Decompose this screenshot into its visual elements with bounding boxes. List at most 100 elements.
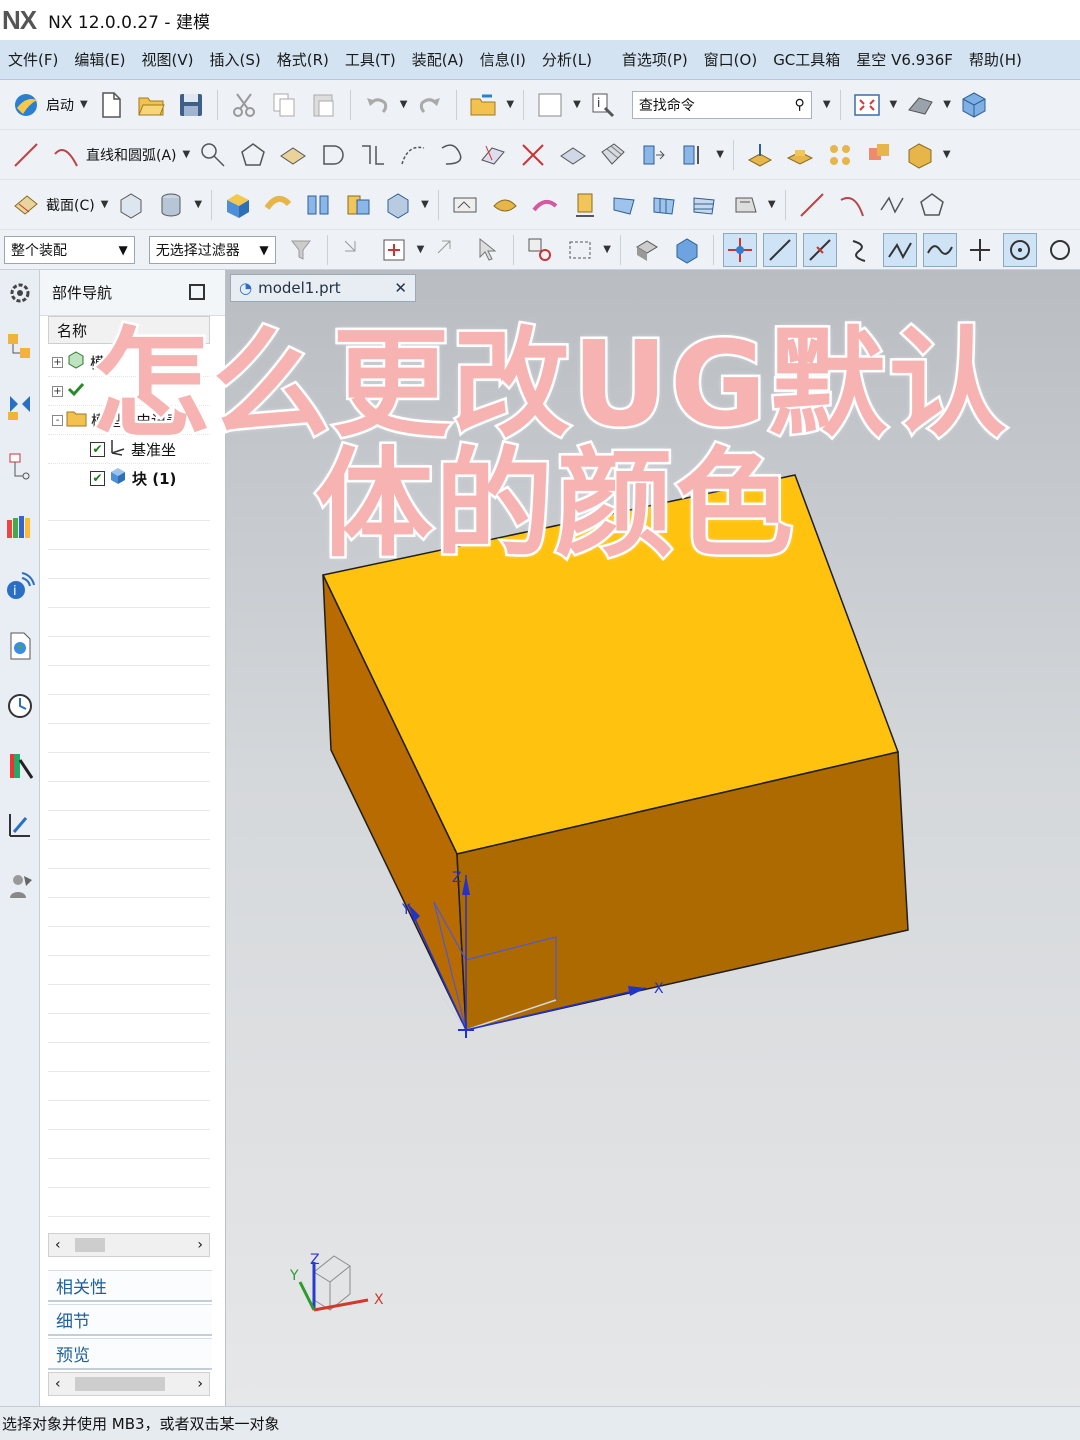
section-icon[interactable]: [9, 188, 43, 222]
tree-row-datum-csys[interactable]: ✔ 基准坐: [48, 435, 210, 464]
studio-surface-icon[interactable]: [608, 188, 642, 222]
snap-intersection-icon[interactable]: [883, 232, 917, 267]
box-wireframe-icon[interactable]: [114, 188, 148, 222]
recent-dropdown-icon[interactable]: ▼: [506, 99, 514, 110]
feature-more-dropdown-icon[interactable]: ▼: [943, 149, 951, 160]
line-icon[interactable]: [9, 138, 43, 172]
sketch-arc-icon[interactable]: [835, 188, 869, 222]
join-curve-icon[interactable]: [436, 138, 470, 172]
menu-preferences[interactable]: 首选项(P): [614, 49, 696, 70]
ruled-surface-icon[interactable]: [488, 188, 522, 222]
scrollbar-thumb[interactable]: [75, 1377, 165, 1391]
select-features-icon[interactable]: [523, 233, 557, 267]
render-dropdown-icon[interactable]: ▼: [943, 99, 951, 110]
menu-information[interactable]: 信息(I): [472, 49, 534, 70]
lines-arcs-dropdown-icon[interactable]: ▼: [183, 149, 191, 160]
process-studio-icon[interactable]: [0, 796, 40, 856]
snap-quadrant-icon[interactable]: [1043, 233, 1077, 267]
section-dependencies[interactable]: 相关性: [48, 1270, 212, 1302]
shell-icon[interactable]: [301, 188, 335, 222]
copy-icon[interactable]: [267, 88, 301, 122]
offset-face-icon[interactable]: [381, 188, 415, 222]
menu-tools[interactable]: 工具(T): [337, 49, 404, 70]
snap-perpendicular-icon[interactable]: [963, 233, 997, 267]
section-label[interactable]: 截面(C): [46, 195, 95, 215]
pad-feature-icon[interactable]: [783, 138, 817, 172]
menu-help[interactable]: 帮助(H): [961, 49, 1030, 70]
search-icon[interactable]: ⚲: [795, 97, 805, 113]
section-details[interactable]: 细节: [48, 1304, 212, 1336]
extrude-feature-icon[interactable]: [743, 138, 777, 172]
open-recent-icon[interactable]: [466, 88, 500, 122]
visibility-checkbox[interactable]: ✔: [90, 441, 105, 457]
settings-gear-icon[interactable]: [0, 270, 40, 316]
scrollbar-thumb[interactable]: [75, 1238, 105, 1252]
snap-control-icon[interactable]: [843, 233, 877, 267]
expand-icon[interactable]: +: [52, 385, 63, 397]
graphics-window[interactable]: ◔ model1.prt ✕ Z X Y Z X Y: [226, 270, 1080, 1406]
command-search-input[interactable]: 查找命令 ⚲: [631, 90, 812, 119]
rect-select-dropdown-icon[interactable]: ▼: [603, 244, 611, 255]
mesh-surface-icon[interactable]: [596, 138, 630, 172]
menu-view[interactable]: 视图(V): [134, 49, 202, 70]
sketch-line-icon[interactable]: [795, 188, 829, 222]
scroll-right-icon[interactable]: ›: [197, 1237, 203, 1253]
arc-icon[interactable]: [49, 138, 83, 172]
menu-insert[interactable]: 插入(S): [202, 49, 269, 70]
assembly-navigator-icon[interactable]: [0, 316, 40, 376]
visibility-checkbox[interactable]: ✔: [90, 470, 105, 486]
undo-dropdown-icon[interactable]: ▼: [400, 99, 408, 110]
sketch-polygon-icon[interactable]: [915, 188, 949, 222]
expand-icon[interactable]: +: [52, 356, 63, 368]
intersection-curve-icon[interactable]: [516, 138, 550, 172]
filter-reset-icon[interactable]: [284, 233, 318, 267]
combine-feature-icon[interactable]: [863, 138, 897, 172]
cylinder-icon[interactable]: [154, 188, 188, 222]
menu-format[interactable]: 格式(R): [269, 49, 337, 70]
nx-start-icon[interactable]: [9, 88, 43, 122]
through-curves-icon[interactable]: [528, 188, 562, 222]
block-feature-icon[interactable]: [221, 188, 255, 222]
sync-modeling-dropdown-icon[interactable]: ▼: [421, 199, 429, 210]
trim-body-icon[interactable]: [903, 138, 937, 172]
snap-point-icon[interactable]: [337, 233, 371, 267]
section-dropdown-icon[interactable]: ▼: [101, 199, 109, 210]
tree-horizontal-scrollbar[interactable]: ‹ ›: [48, 1233, 210, 1257]
redo-icon[interactable]: [413, 88, 447, 122]
selection-scope-select[interactable]: 整个装配 ▼: [4, 235, 135, 264]
sweep-icon[interactable]: [261, 188, 295, 222]
part-navigator-icon[interactable]: [0, 436, 40, 496]
extract-body-icon[interactable]: [568, 188, 602, 222]
primitive-dropdown-icon[interactable]: ▼: [194, 199, 202, 210]
offset-in-face-icon[interactable]: [676, 138, 710, 172]
studio-spline-icon[interactable]: [875, 188, 909, 222]
menu-file[interactable]: 文件(F): [0, 49, 66, 70]
surface-dropdown-icon[interactable]: ▼: [768, 199, 776, 210]
menu-analysis[interactable]: 分析(L): [534, 49, 600, 70]
undo-icon[interactable]: [360, 88, 394, 122]
snap-endpoint-icon[interactable]: [763, 232, 797, 267]
menu-xingkong-plugin[interactable]: 星空 V6.936F: [848, 49, 961, 70]
maximize-icon[interactable]: [189, 284, 205, 300]
open-folder-icon[interactable]: [134, 88, 168, 122]
select-body-icon[interactable]: [630, 233, 664, 267]
hd3d-tools-icon[interactable]: i: [0, 556, 40, 616]
save-icon[interactable]: [174, 88, 208, 122]
orient-view-icon[interactable]: [957, 88, 991, 122]
cut-icon[interactable]: [227, 88, 261, 122]
swept-surface-icon[interactable]: [688, 188, 722, 222]
scroll-left-icon[interactable]: ‹: [55, 1237, 61, 1253]
select-solid-icon[interactable]: [670, 233, 704, 267]
reuse-library-icon[interactable]: [0, 496, 40, 556]
bridge-curve-icon[interactable]: [396, 138, 430, 172]
project-curve-icon[interactable]: [476, 138, 510, 172]
start-label[interactable]: 启动: [46, 95, 74, 115]
history-icon[interactable]: [0, 676, 40, 736]
render-style-icon[interactable]: [903, 88, 937, 122]
select-dropdown-icon[interactable]: ▼: [417, 244, 425, 255]
menu-assembly[interactable]: 装配(A): [404, 49, 472, 70]
fit-dropdown-icon[interactable]: ▼: [890, 99, 898, 110]
cursor-select-icon[interactable]: [470, 233, 504, 267]
pattern-feature-icon[interactable]: [823, 138, 857, 172]
model-view[interactable]: Z X Y Z X Y: [226, 270, 1080, 1406]
